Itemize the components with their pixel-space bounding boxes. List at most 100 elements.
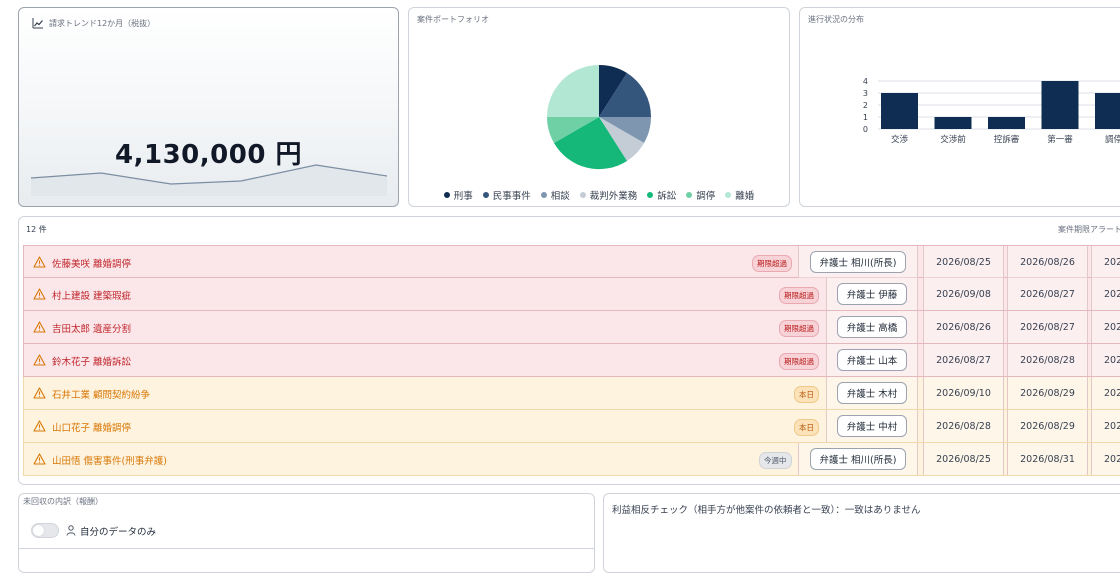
bar (881, 93, 918, 129)
lawyer-cell: 弁護士 高橋 (826, 311, 918, 343)
legend-dot (647, 192, 654, 198)
x-tick-label: 控訴審 (994, 134, 1020, 145)
warning-icon (33, 256, 46, 268)
warning-icon (33, 387, 46, 399)
legend-dot (579, 192, 586, 198)
status-badge: 期限超過 (779, 287, 819, 304)
lawyer-button[interactable]: 弁護士 中村 (836, 415, 908, 437)
progress-bar-chart: 0 1 2 3 4 交渉 交渉前 控訴審 第一審 調停 (863, 77, 1120, 145)
alert-case-title[interactable]: 佐藤美咲 離婚調停 (52, 256, 131, 270)
legend-label: 刑事 (453, 191, 473, 202)
warning-icon (33, 321, 46, 333)
legend-label: 相談 (550, 191, 570, 202)
date-cell: 2026 (1091, 344, 1120, 376)
x-tick-label: 調停 (1105, 134, 1120, 145)
chart-line-icon (32, 18, 43, 29)
alert-title: 案件期限アラート (1058, 225, 1120, 234)
y-tick-label: 1 (863, 113, 868, 122)
x-tick-label: 交渉 (891, 134, 909, 145)
alert-case-title[interactable]: 石井工業 顧問契約紛争 (52, 387, 150, 401)
alert-row[interactable]: 鈴木花子 離婚訴訟 期限超過 弁護士 山本 2026/08/27 2026/08… (23, 344, 1120, 377)
alert-case-title[interactable]: 山田悟 傷害事件(刑事弁護) (52, 453, 167, 467)
legend-item: 刑事 (443, 188, 473, 202)
alert-row[interactable]: 山田悟 傷害事件(刑事弁護) 今週中 弁護士 相川(所長) 2026/08/25… (23, 443, 1120, 476)
date-cell: 2026/08/27 (923, 344, 1004, 376)
date-cell: 2026 (1091, 377, 1120, 409)
warning-icon (33, 354, 46, 366)
lawyer-cell: 弁護士 相川(所長) (798, 443, 918, 475)
progress-distribution-card: 進行状況の分布 0 1 2 3 4 交渉 交渉前 控訴審 第一審 調停 (799, 7, 1120, 207)
case-portfolio-pie (547, 64, 652, 170)
lawyer-button[interactable]: 弁護士 相川(所長) (809, 251, 907, 273)
alert-case-title[interactable]: 村上建設 建築瑕疵 (52, 288, 131, 302)
legend-item: 民事事件 (482, 188, 531, 202)
alert-row[interactable]: 山口花子 離婚調停 本日 弁護士 中村 2026/08/28 2026/08/2… (23, 410, 1120, 443)
alert-row[interactable]: 村上建設 建築瑕疵 期限超過 弁護士 伊藤 2026/09/08 2026/08… (23, 278, 1120, 311)
legend-item: 離婚 (725, 188, 754, 202)
lawyer-cell: 弁護士 相川(所長) (798, 246, 918, 278)
y-tick-label: 2 (863, 101, 868, 110)
lawyer-button[interactable]: 弁護士 伊藤 (836, 283, 908, 305)
lawyer-button[interactable]: 弁護士 高橋 (836, 316, 908, 338)
legend-dot (443, 192, 450, 198)
lawyer-cell: 弁護士 木村 (826, 377, 918, 409)
lawyer-button[interactable]: 弁護士 山本 (836, 349, 908, 371)
legend-label: 調停 (696, 191, 716, 202)
date-cell: 2026/08/27 (1007, 311, 1088, 343)
y-tick-label: 4 (863, 77, 868, 86)
alert-case-title[interactable]: 山口花子 離婚調停 (52, 420, 131, 434)
legend-dot (686, 192, 693, 198)
alert-case-title[interactable]: 鈴木花子 離婚訴訟 (52, 354, 131, 368)
legend-dot (725, 192, 732, 198)
status-badge: 本日 (794, 386, 819, 403)
date-cell: 2026 (1091, 311, 1120, 343)
case-portfolio-card: 案件ポートフォリオ 刑事 民事事件 相談 裁判外業務 訴訟 調停 離婚 (408, 7, 790, 207)
date-cell: 2026/08/25 (923, 443, 1004, 475)
status-badge: 期限超過 (779, 320, 819, 337)
status-badge: 今週中 (759, 452, 792, 469)
legend-label: 裁判外業務 (589, 191, 638, 202)
status-badge: 期限超過 (752, 255, 792, 272)
lawyer-button[interactable]: 弁護士 木村 (836, 382, 908, 404)
case-portfolio-title: 案件ポートフォリオ (417, 15, 489, 24)
progress-distribution-title: 進行状況の分布 (808, 15, 864, 24)
legend-item: 調停 (686, 188, 715, 202)
alert-count: 12 件 (26, 225, 47, 234)
alert-list: 佐藤美咲 離婚調停 期限超過 弁護士 相川(所長) 2026/08/25 202… (23, 245, 1120, 476)
bar (988, 117, 1025, 129)
date-cell: 2026/08/27 (1007, 278, 1088, 310)
status-badge: 本日 (794, 419, 819, 436)
date-cell: 2026 (1091, 246, 1120, 278)
alert-case-title[interactable]: 吉田太郎 遺産分割 (52, 321, 131, 335)
alert-row[interactable]: 佐藤美咲 離婚調停 期限超過 弁護士 相川(所長) 2026/08/25 202… (23, 245, 1120, 278)
bar (934, 117, 972, 129)
alert-row[interactable]: 石井工業 顧問契約紛争 本日 弁護士 木村 2026/09/10 2026/08… (23, 377, 1120, 410)
conflict-check-card: 利益相反チェック（相手方が他案件の依頼者と一致）：一致はありません (603, 493, 1120, 573)
divider (19, 548, 594, 549)
conflict-check-result: 利益相反チェック（相手方が他案件の依頼者と一致）：一致はありません (612, 505, 921, 516)
legend-dot (540, 192, 547, 198)
my-data-only-toggle[interactable] (31, 523, 59, 538)
billing-trend-title: 請求トレンド12か月（税抜） (49, 19, 156, 28)
lawyer-button[interactable]: 弁護士 相川(所長) (809, 448, 907, 470)
my-data-only-label: 自分のデータのみ (80, 527, 157, 538)
date-cell: 2026/08/26 (1007, 246, 1088, 278)
legend-dot (482, 192, 489, 198)
legend-item: 訴訟 (647, 188, 676, 202)
date-cell: 2026/08/31 (1007, 443, 1088, 475)
warning-icon (33, 288, 46, 300)
alert-row[interactable]: 吉田太郎 遺産分割 期限超過 弁護士 高橋 2026/08/26 2026/08… (23, 311, 1120, 344)
billing-trend-sparkline (31, 164, 387, 196)
x-tick-label: 第一審 (1047, 134, 1073, 145)
case-portfolio-legend: 刑事 民事事件 相談 裁判外業務 訴訟 調停 離婚 (409, 188, 789, 202)
warning-icon (33, 420, 46, 432)
x-tick-label: 交渉前 (940, 134, 966, 145)
billing-trend-card: 請求トレンド12か月（税抜） 4,130,000 円 (18, 7, 399, 207)
bar (1095, 93, 1120, 129)
lawyer-cell: 弁護士 山本 (826, 344, 918, 376)
date-cell: 2026/08/28 (923, 410, 1004, 442)
date-cell: 2026/09/10 (923, 377, 1004, 409)
date-cell: 2026 (1091, 278, 1120, 310)
date-cell: 2026/08/29 (1007, 377, 1088, 409)
legend-label: 訴訟 (657, 191, 677, 202)
